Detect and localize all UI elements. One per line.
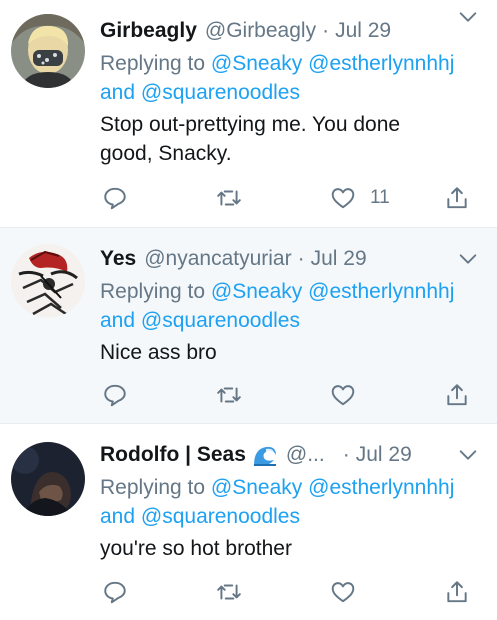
tweet-card[interactable]: Yes @nyancatyuriar · Jul 29 Replying to …: [0, 228, 497, 424]
retweet-icon: [217, 584, 241, 600]
avatar[interactable]: [11, 14, 85, 88]
display-name[interactable]: Girbeagly: [100, 19, 197, 43]
like-button[interactable]: [330, 577, 356, 607]
tweet-header: Yes @nyancatyuriar · Jul 29: [100, 244, 485, 274]
and-word: and: [100, 81, 136, 104]
tweet-text-line: you're so hot brother: [100, 537, 292, 560]
chevron-down-icon[interactable]: [457, 248, 479, 270]
user-handle[interactable]: @...: [286, 443, 325, 467]
avatar-image: [11, 14, 85, 88]
action-bar: 11: [100, 183, 472, 213]
replying-to: Replying to @Sneaky @estherlynnhhj and @…: [100, 49, 485, 107]
avatar[interactable]: [11, 442, 85, 516]
timestamp[interactable]: Jul 29: [311, 247, 367, 271]
retweet-icon: [217, 387, 241, 403]
avatar[interactable]: [11, 244, 85, 318]
reply-button[interactable]: [102, 577, 128, 607]
tweet-text-line: good, Snacky.: [100, 142, 232, 165]
share-icon: [447, 384, 467, 406]
share-button[interactable]: [444, 577, 470, 607]
separator: ·: [297, 247, 305, 270]
mention-link[interactable]: @squarenoodles: [141, 81, 300, 104]
avatar-image: [11, 244, 85, 318]
mention-link[interactable]: @estherlynnhhj: [308, 52, 454, 75]
retweet-button[interactable]: [216, 577, 242, 607]
reply-thread: Girbeagly @Girbeagly · Jul 29 Replying t…: [0, 0, 497, 620]
water-wave-emoji: [253, 446, 276, 466]
share-button[interactable]: [444, 380, 470, 410]
replying-prefix: Replying to: [100, 476, 206, 499]
reply-button[interactable]: [102, 183, 128, 213]
and-word: and: [100, 309, 136, 332]
timestamp[interactable]: Jul 29: [356, 443, 412, 467]
reply-icon: [104, 384, 126, 407]
tweet-card[interactable]: Girbeagly @Girbeagly · Jul 29 Replying t…: [0, 0, 497, 228]
mention-link[interactable]: @estherlynnhhj: [308, 476, 454, 499]
mention-link[interactable]: @estherlynnhhj: [308, 280, 454, 303]
replying-to: Replying to @Sneaky @estherlynnhhj and @…: [100, 473, 485, 531]
retweet-icon: [217, 190, 241, 206]
chevron-down-icon[interactable]: [457, 6, 479, 28]
heart-icon: [331, 188, 355, 209]
timestamp[interactable]: Jul 29: [335, 19, 391, 43]
tweet-header: Girbeagly @Girbeagly · Jul 29: [100, 16, 485, 46]
like-button[interactable]: [330, 380, 356, 410]
tweet-text: you're so hot brother: [100, 534, 485, 563]
mention-link[interactable]: @Sneaky: [211, 52, 302, 75]
tweet-text: Stop out-prettying me. You done good, Sn…: [100, 110, 485, 168]
reply-button[interactable]: [102, 380, 128, 410]
mention-link[interactable]: @squarenoodles: [141, 505, 300, 528]
replying-prefix: Replying to: [100, 280, 206, 303]
action-bar: [100, 577, 472, 607]
tweet-header: Rodolfo | Seas @... · Jul 29: [100, 440, 485, 470]
chevron-down-icon[interactable]: [457, 444, 479, 466]
like-button[interactable]: 11: [330, 183, 390, 213]
mention-link[interactable]: @Sneaky: [211, 280, 302, 303]
tweet-text: Nice ass bro: [100, 338, 485, 367]
display-name[interactable]: Yes: [100, 247, 136, 271]
separator: ·: [342, 443, 350, 466]
separator: ·: [322, 19, 330, 42]
tweet-text-line: Stop out-prettying me. You done: [100, 113, 401, 136]
action-bar: [100, 380, 472, 410]
display-name[interactable]: Rodolfo | Seas: [100, 443, 246, 467]
reply-icon: [104, 187, 126, 210]
retweet-button[interactable]: [216, 380, 242, 410]
mention-link[interactable]: @squarenoodles: [141, 309, 300, 332]
retweet-button[interactable]: [216, 183, 242, 213]
and-word: and: [100, 505, 136, 528]
share-button[interactable]: [444, 183, 470, 213]
replying-prefix: Replying to: [100, 52, 206, 75]
user-handle[interactable]: @nyancatyuriar: [144, 247, 291, 271]
share-icon: [447, 187, 467, 209]
avatar-image: [11, 442, 85, 516]
tweet-card[interactable]: Rodolfo | Seas @... · Jul 29 Replying to…: [0, 424, 497, 620]
heart-icon: [331, 582, 355, 603]
tweet-text-line: Nice ass bro: [100, 341, 217, 364]
mention-link[interactable]: @Sneaky: [211, 476, 302, 499]
like-count: 11: [370, 187, 390, 208]
share-icon: [447, 581, 467, 603]
user-handle[interactable]: @Girbeagly: [205, 19, 316, 43]
heart-icon: [331, 385, 355, 406]
reply-icon: [104, 581, 126, 604]
replying-to: Replying to @Sneaky @estherlynnhhj and @…: [100, 277, 485, 335]
